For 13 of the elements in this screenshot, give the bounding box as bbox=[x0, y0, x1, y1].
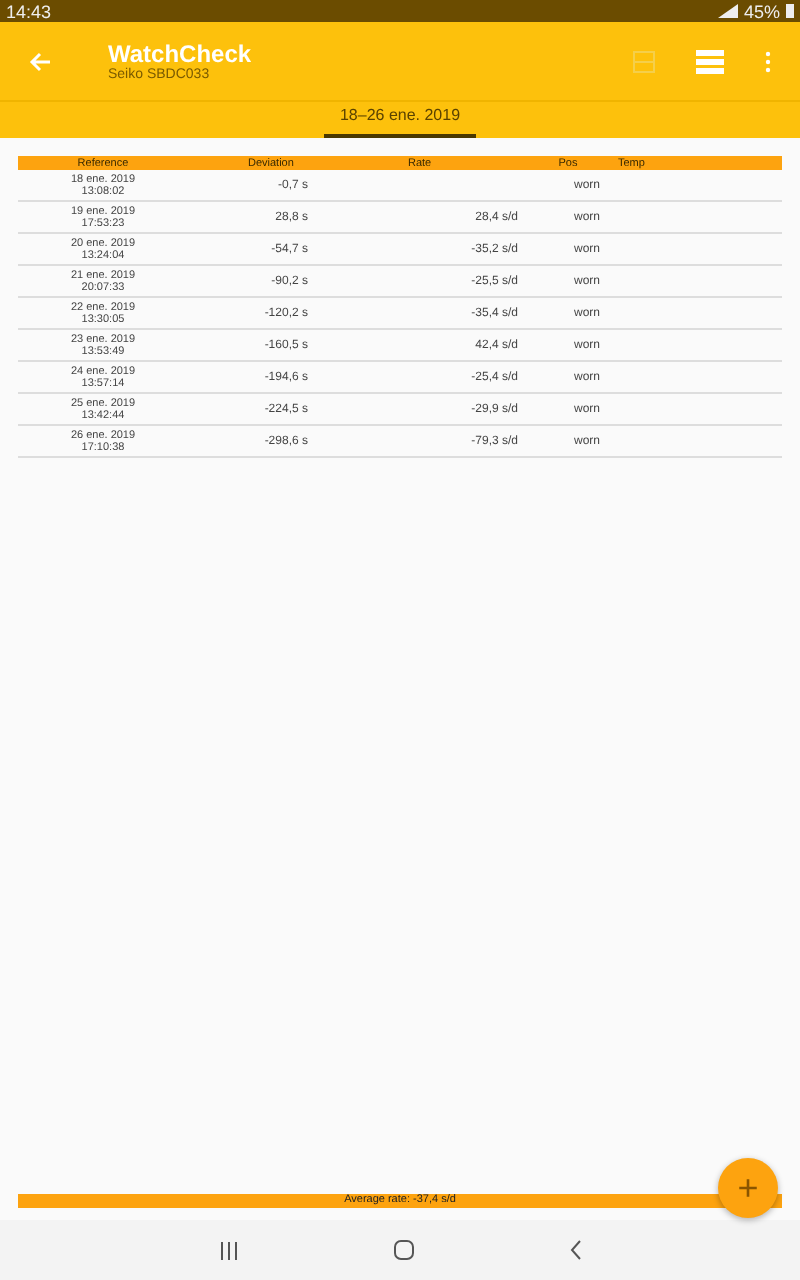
status-time: 14:43 bbox=[6, 1, 52, 21]
app-title: WatchCheck bbox=[108, 40, 254, 68]
add-button[interactable]: + bbox=[718, 1158, 778, 1218]
signal-icon bbox=[717, 4, 738, 18]
list-view-icon[interactable] bbox=[696, 49, 724, 73]
battery-level: 45% bbox=[743, 1, 780, 21]
back-icon[interactable] bbox=[569, 1240, 581, 1260]
date-tab[interactable]: 18–26 ene. 2019 bbox=[323, 102, 477, 138]
home-icon[interactable] bbox=[393, 1240, 413, 1260]
card-view-icon[interactable] bbox=[632, 49, 656, 73]
recent-apps-icon[interactable] bbox=[219, 1241, 237, 1259]
battery-icon bbox=[786, 4, 794, 18]
more-icon[interactable] bbox=[764, 49, 772, 73]
